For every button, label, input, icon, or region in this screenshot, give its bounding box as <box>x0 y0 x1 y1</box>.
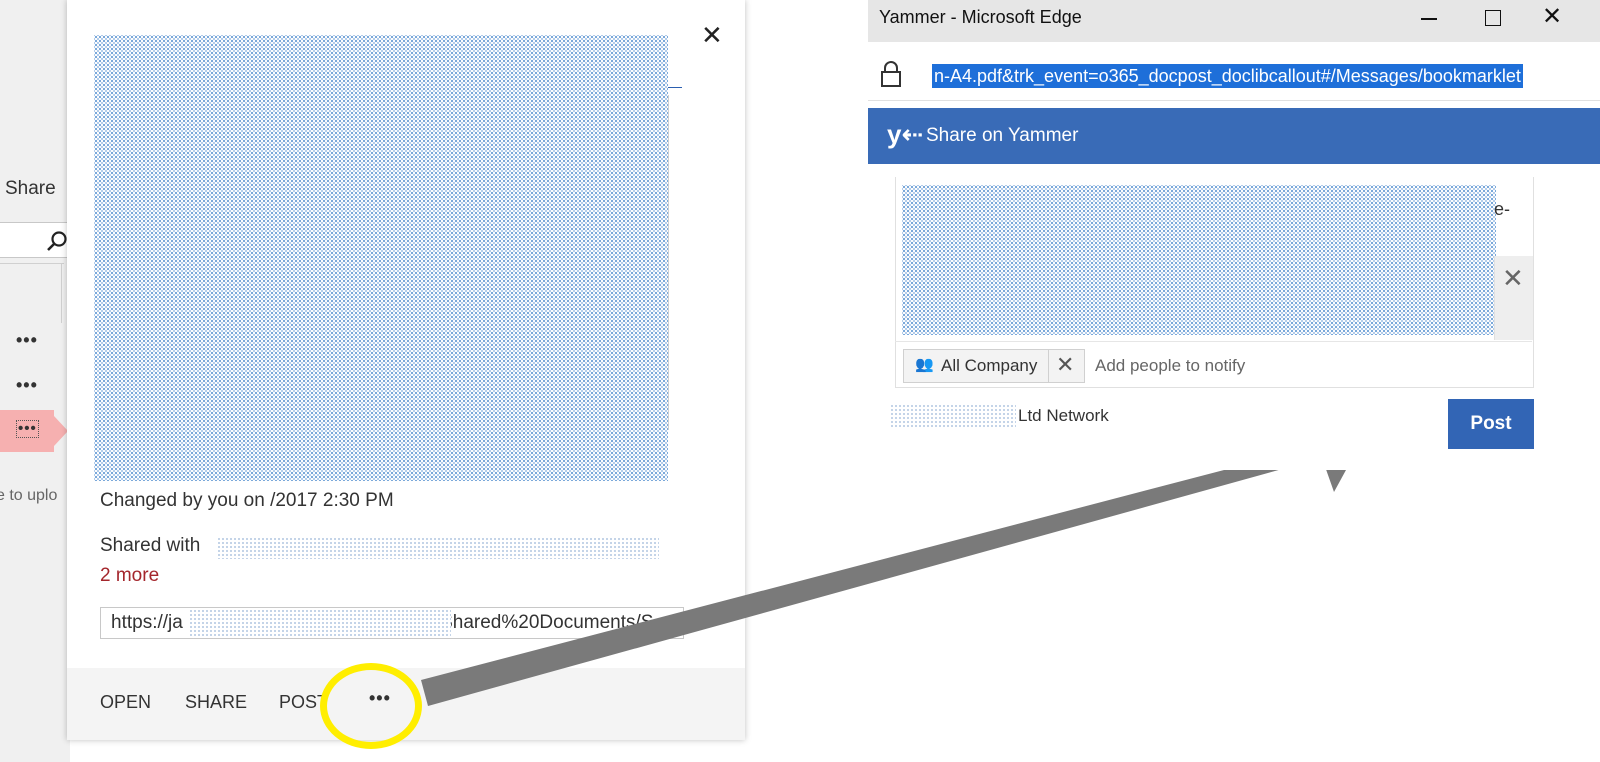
window-title: Yammer - Microsoft Edge <box>879 7 1082 27</box>
lock-icon <box>881 61 901 87</box>
remove-group-icon[interactable]: ✕ <box>1056 352 1074 378</box>
notify-people-input[interactable]: Add people to notify <box>1095 356 1245 376</box>
minimize-icon[interactable] <box>1421 18 1437 20</box>
arrow-shape <box>421 430 1358 706</box>
group-label: All Company <box>941 356 1038 375</box>
group-icon: 👥 <box>915 356 934 373</box>
address-url[interactable]: n-A4.pdf&trk_event=o365_docpost_doclibca… <box>932 64 1523 88</box>
yammer-title: Share on Yammer <box>926 125 1079 146</box>
maximize-icon[interactable] <box>1485 10 1501 26</box>
window-close-icon[interactable]: ✕ <box>1542 5 1562 29</box>
yammer-logo-icon: y⇠ <box>887 119 924 149</box>
pill-divider <box>1048 349 1049 383</box>
message-text-tail: e- <box>1494 199 1511 219</box>
edge-window: Yammer - Microsoft Edge ✕ n-A4.pdf&trk_e… <box>868 0 1600 470</box>
redacted-message-text <box>902 185 1496 335</box>
remove-attachment-icon[interactable]: ✕ <box>1502 265 1524 291</box>
network-label: Ltd Network <box>1018 406 1109 425</box>
yammer-post-button[interactable]: Post <box>1448 399 1534 449</box>
redacted-network-name <box>890 404 1016 428</box>
